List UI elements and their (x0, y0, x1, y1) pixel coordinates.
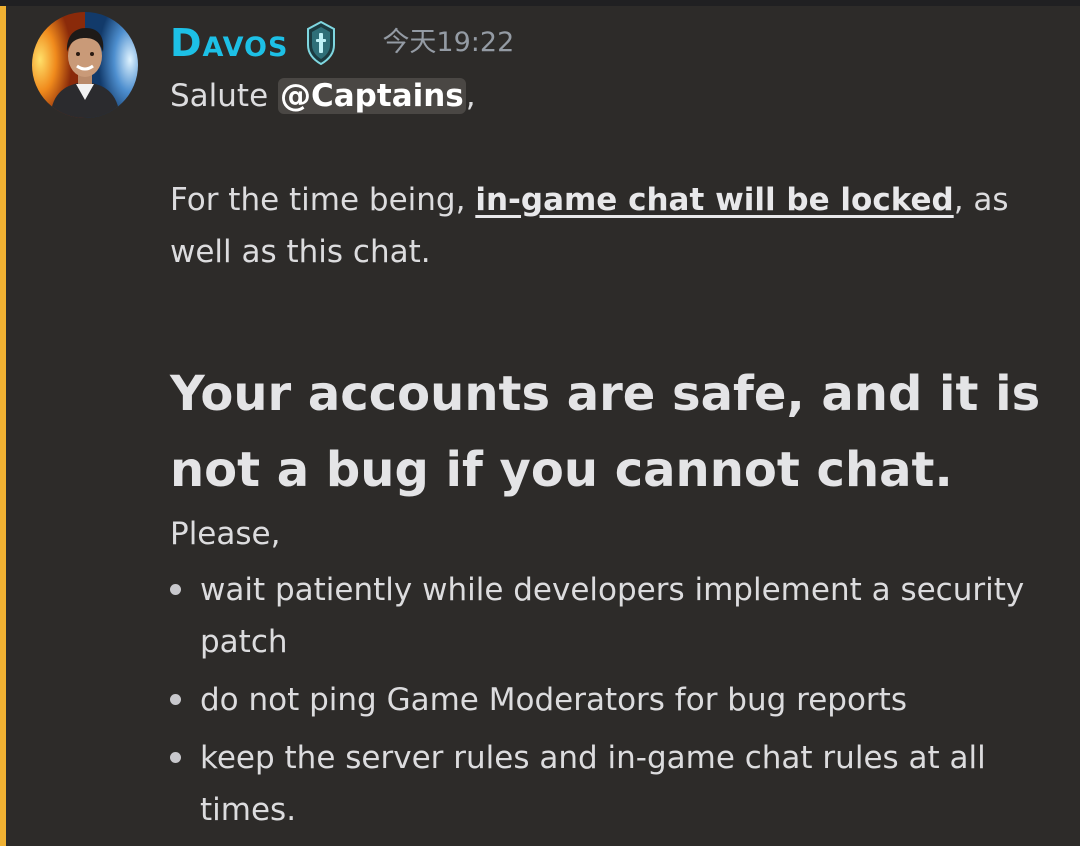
person-portrait-avatar-icon (32, 12, 138, 118)
message-content: Salute @Captains, For the time being, in… (170, 70, 1050, 836)
moderator-shield-icon[interactable] (306, 20, 336, 66)
role-mention[interactable]: @Captains (278, 78, 466, 114)
salute-prefix: Salute (170, 78, 279, 114)
list-item-text: wait patiently while developers implemen… (200, 572, 1025, 660)
message-timestamp: 今天19:22 (382, 27, 515, 58)
salute-suffix: , (465, 78, 476, 114)
notice-paragraph: For the time being, in-game chat will be… (170, 174, 1050, 278)
please-line: Please, (170, 516, 281, 552)
user-avatar[interactable] (32, 12, 138, 118)
bullet-icon (170, 694, 181, 705)
list-item: wait patiently while developers implemen… (170, 564, 1050, 668)
instruction-list: wait patiently while developers implemen… (170, 564, 1050, 836)
notice-emphasis: in-game chat will be locked (475, 182, 954, 218)
bullet-icon (170, 584, 181, 595)
message-header: Davos 今天19:22 (170, 18, 514, 68)
safety-heading: Your accounts are safe, and it is not a … (170, 366, 1041, 498)
list-item: keep the server rules and in-game chat r… (170, 732, 1050, 836)
notice-prefix: For the time being, (170, 182, 476, 218)
bullet-icon (170, 752, 181, 763)
list-item-text: keep the server rules and in-game chat r… (200, 740, 986, 828)
author-username[interactable]: Davos (170, 18, 288, 68)
salute-line: Salute @Captains, (170, 70, 1050, 122)
list-item: do not ping Game Moderators for bug repo… (170, 674, 1050, 726)
chat-message: Davos 今天19:22 Salute @Captains, For the … (0, 0, 1080, 846)
list-item-text: do not ping Game Moderators for bug repo… (200, 682, 907, 718)
